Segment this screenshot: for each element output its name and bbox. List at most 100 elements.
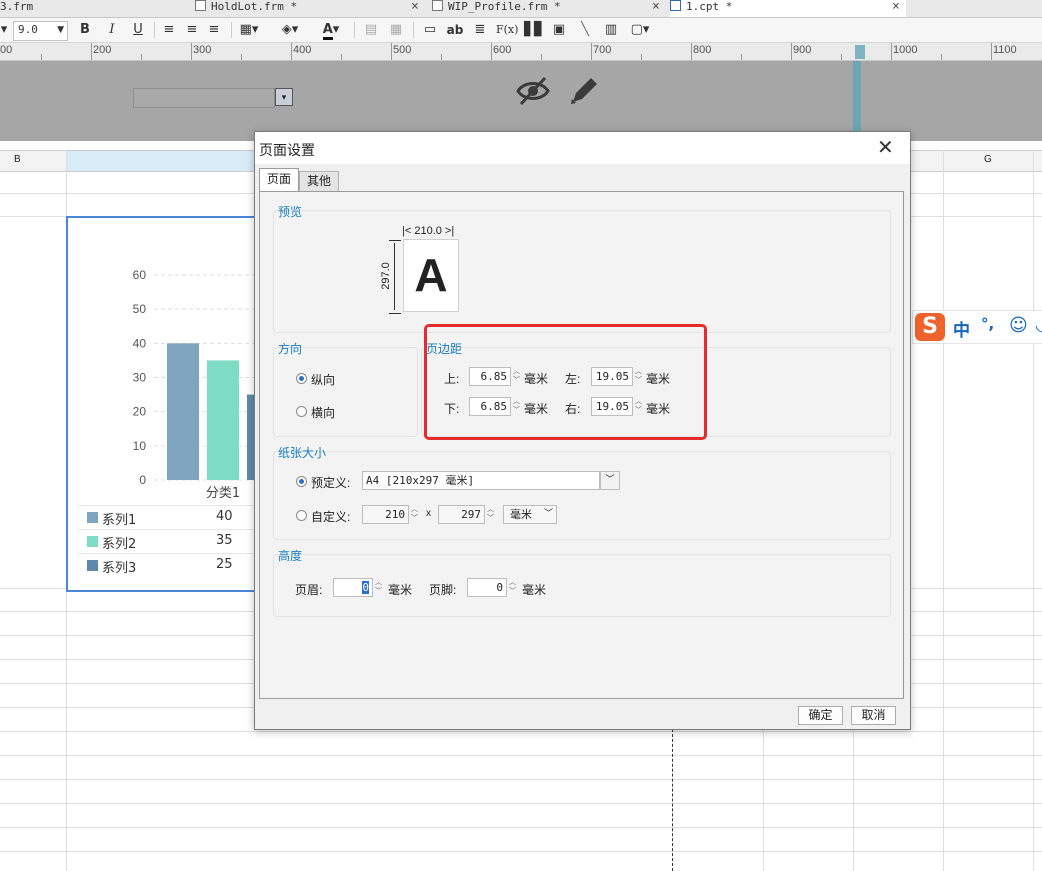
landscape-label[interactable]: 横向 [311, 404, 335, 421]
bar-chart-icon[interactable]: ▋▊ [524, 21, 544, 39]
tab-1-cpt[interactable]: 1.cpt * × [670, 0, 906, 17]
preview-page: A [403, 239, 459, 312]
portrait-radio[interactable] [296, 373, 307, 384]
portrait-label[interactable]: 纵向 [311, 371, 335, 388]
preview-height: 297.0 [379, 262, 392, 290]
highlight-annotation-box [424, 324, 707, 440]
legend-row: 系列1 40 [78, 505, 268, 529]
y-tick-label: 60 [133, 268, 147, 282]
dropdown-arrow-icon[interactable]: ▾ [0, 21, 8, 39]
paper-size-label: 纸张大小 [278, 446, 327, 460]
tab-wip-profile[interactable]: WIP_Profile.frm * × [432, 0, 662, 17]
orientation-label: 方向 [278, 342, 303, 356]
bar-系列2 [207, 360, 239, 480]
custom-width-input[interactable]: 210 [362, 505, 409, 524]
ruler-label: 1100 [993, 44, 1017, 56]
image-icon[interactable]: ▣ [550, 21, 568, 39]
pencil-icon[interactable] [567, 74, 601, 111]
legend-series-name: 系列1 [102, 513, 137, 528]
ok-button[interactable]: 确定 [798, 706, 843, 725]
font-size-select[interactable]: 9.0 ▼ [13, 21, 68, 41]
tab-label: HoldLot.frm * [211, 0, 298, 13]
chevron-down-icon: ﹀ [543, 509, 553, 519]
parameter-combo[interactable] [133, 88, 275, 108]
custom-height-input[interactable]: 297 [438, 505, 485, 524]
italic-button[interactable]: I [104, 21, 120, 39]
align-right-icon[interactable]: ≡ [205, 21, 223, 39]
column-b-label[interactable]: B [14, 154, 21, 165]
legend-row: 系列3 25 [78, 553, 268, 577]
tab-3-frm[interactable]: 3.frm [0, 0, 175, 17]
legend-value: 40 [216, 509, 233, 524]
y-tick-label: 10 [133, 439, 147, 453]
page-setup-dialog: 页面设置 ✕ 页面 其他 预览 |< 210.0 >| 297.0 A 方向 纵… [254, 131, 911, 730]
underline-button[interactable]: U [130, 21, 146, 39]
align-left-icon[interactable]: ≡ [160, 21, 178, 39]
formula-icon[interactable]: F(x) [496, 21, 518, 39]
abbr-icon[interactable]: ab [445, 21, 465, 39]
legend-series-name: 系列3 [102, 561, 137, 576]
unit-label: 毫米 [522, 583, 547, 597]
page-break-line [672, 729, 673, 871]
chevron-down-icon: ▼ [57, 25, 64, 35]
border-icon[interactable]: ▦▾ [236, 21, 262, 39]
unit-select[interactable]: 毫米 ﹀ [503, 505, 557, 524]
paragraph-icon[interactable]: ≣ [471, 21, 489, 39]
subreport-icon[interactable]: ▥ [603, 21, 619, 39]
tab-label: WIP_Profile.frm * [448, 0, 561, 13]
legend-series-name: 系列2 [102, 537, 137, 552]
ime-chinese-mode[interactable]: 中 [953, 316, 970, 341]
custom-label[interactable]: 自定义: [311, 508, 350, 525]
close-icon[interactable]: × [652, 0, 660, 14]
merge-cells-icon[interactable]: ▤ [363, 21, 379, 39]
text-field-icon[interactable]: ▭ [421, 21, 439, 39]
predefined-radio[interactable] [296, 476, 307, 487]
preview-width: |< 210.0 >| [402, 225, 455, 237]
ruler-marker[interactable] [855, 45, 865, 59]
slash-line-icon[interactable]: ╲ [576, 21, 594, 39]
footer-height-input[interactable]: 0 [467, 578, 507, 597]
align-center-icon[interactable]: ≡ [183, 21, 201, 39]
tab-label: 1.cpt * [686, 0, 733, 13]
preview-label: 预览 [278, 205, 303, 219]
spinner-arrows-icon[interactable]: ︿ ﹀ [373, 578, 384, 597]
form-file-icon [195, 0, 206, 11]
cancel-button[interactable]: 取消 [851, 706, 896, 725]
horizontal-ruler: 00 200 300 400 500 600 700 800 900 1000 … [0, 43, 1042, 61]
tab-other[interactable]: 其他 [299, 171, 339, 191]
split-cells-icon[interactable]: ▦ [388, 21, 404, 39]
predefined-label[interactable]: 预定义: [311, 474, 350, 491]
close-icon[interactable]: × [411, 0, 419, 14]
column-g-label[interactable]: G [984, 154, 992, 165]
spinner-arrows-icon[interactable]: ︿ ﹀ [507, 578, 518, 597]
height-label: 高度 [278, 549, 303, 563]
eye-off-icon[interactable] [515, 75, 551, 110]
ime-punctuation[interactable]: °, [981, 315, 994, 333]
bold-button[interactable]: B [77, 21, 93, 39]
close-icon[interactable]: ✕ [877, 135, 894, 159]
font-color-button[interactable]: A▾ [316, 21, 346, 40]
legend-swatch [87, 560, 98, 571]
smile-icon[interactable]: ☺ [1009, 315, 1028, 336]
tab-holdlot[interactable]: HoldLot.frm * × [195, 0, 420, 17]
footer-label: 页脚: [429, 583, 457, 597]
more-icon[interactable]: ◡ [1035, 315, 1042, 334]
chart-container[interactable]: 60 50 40 30 20 10 0 分类1 系列1 40 系列2 35 系列3 25 [66, 216, 270, 592]
selected-column[interactable] [66, 151, 254, 171]
ime-toolbar[interactable]: S 中 °, ☺ ◡ [912, 310, 1042, 344]
dropdown-button[interactable]: ▾ [275, 88, 293, 106]
spinner-arrows-icon[interactable]: ︿ ﹀ [409, 505, 420, 524]
spinner-arrows-icon[interactable]: ︿ ﹀ [485, 505, 496, 524]
chevron-down-icon[interactable]: ﹀ [600, 471, 620, 490]
close-icon[interactable]: × [892, 0, 900, 14]
tab-label: 3.frm [0, 0, 34, 13]
legend-row: 系列2 35 [78, 529, 268, 553]
header-height-input[interactable]: 0 [333, 578, 373, 597]
tab-page[interactable]: 页面 [259, 168, 299, 191]
border-style-icon[interactable]: ▢▾ [627, 21, 653, 39]
paper-size-select[interactable]: A4 [210x297 毫米] [362, 471, 600, 490]
landscape-radio[interactable] [296, 406, 307, 417]
fill-color-icon[interactable]: ◈▾ [277, 21, 303, 39]
custom-radio[interactable] [296, 510, 307, 521]
ruler-label: 400 [293, 44, 312, 56]
